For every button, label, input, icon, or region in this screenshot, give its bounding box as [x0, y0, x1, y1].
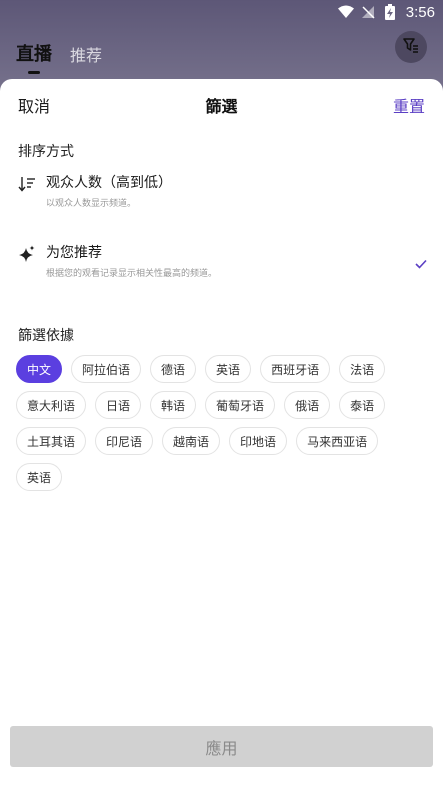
sort-option-subtitle: 根据您的观看记录显示相关性最高的频道。 — [46, 269, 218, 279]
sort-option-viewers[interactable]: 观众人数（高到低） 以观众人数显示频道。 — [0, 173, 443, 209]
language-chip-english[interactable]: 英语 — [205, 355, 252, 383]
filter-icon — [402, 36, 420, 58]
wifi-icon — [337, 4, 354, 20]
filter-section-title: 篩選依據 — [18, 328, 74, 344]
language-chip-korean[interactable]: 韩语 — [150, 391, 197, 419]
check-icon — [415, 255, 427, 269]
language-chip-hindi[interactable]: 印地语 — [229, 427, 288, 455]
filter-sheet: 取消 篩選 重置 排序方式 观众人数（高到低） 以观众人数显示频道。 为您推荐 … — [0, 79, 443, 787]
language-chip-russian[interactable]: 俄语 — [284, 391, 331, 419]
language-chip-spanish[interactable]: 西班牙语 — [260, 355, 331, 383]
sparkle-icon — [18, 245, 36, 263]
reset-button[interactable]: 重置 — [393, 93, 425, 117]
filter-button[interactable] — [395, 31, 427, 63]
language-chip-german[interactable]: 德语 — [150, 355, 197, 383]
sort-option-title: 观众人数（高到低） — [46, 175, 172, 191]
status-bar: 3:56 — [0, 0, 443, 24]
status-time: 3:56 — [405, 3, 435, 21]
tab-recommend[interactable]: 推荐 — [70, 42, 102, 66]
language-chip-portuguese[interactable]: 葡萄牙语 — [205, 391, 276, 419]
language-chip-indonesian[interactable]: 印尼语 — [95, 427, 154, 455]
language-chip-english-2[interactable]: 英语 — [16, 463, 63, 491]
cancel-button[interactable]: 取消 — [18, 93, 50, 117]
language-chip-arabic[interactable]: 阿拉伯语 — [71, 355, 142, 383]
sort-option-recommended[interactable]: 为您推荐 根据您的观看记录显示相关性最高的频道。 — [0, 243, 443, 279]
language-chip-malay[interactable]: 马来西亚语 — [296, 427, 379, 455]
language-chip-turkish[interactable]: 土耳其语 — [16, 427, 87, 455]
language-chip-japanese[interactable]: 日语 — [95, 391, 142, 419]
language-chip-chinese[interactable]: 中文 — [16, 355, 63, 383]
no-signal-icon — [360, 4, 376, 20]
sort-descending-icon — [18, 175, 36, 193]
sort-option-title: 为您推荐 — [46, 245, 102, 261]
language-chip-italian[interactable]: 意大利语 — [16, 391, 87, 419]
battery-charging-icon — [382, 4, 398, 20]
sort-option-subtitle: 以观众人数显示频道。 — [46, 199, 137, 209]
language-chip-french[interactable]: 法语 — [339, 355, 386, 383]
sheet-header: 取消 篩選 重置 — [0, 79, 443, 131]
sort-section-title: 排序方式 — [18, 144, 74, 160]
language-chip-thai[interactable]: 泰语 — [339, 391, 386, 419]
top-tabs: 直播 推荐 — [16, 30, 102, 66]
sheet-title: 篩選 — [205, 97, 238, 116]
language-chips: 中文 阿拉伯语 德语 英语 西班牙语 法语 意大利语 日语 韩语 葡萄牙语 俄语… — [0, 355, 443, 491]
language-chip-vietnamese[interactable]: 越南语 — [162, 427, 221, 455]
tab-live[interactable]: 直播 — [16, 40, 52, 66]
apply-button[interactable]: 應用 — [10, 726, 433, 767]
